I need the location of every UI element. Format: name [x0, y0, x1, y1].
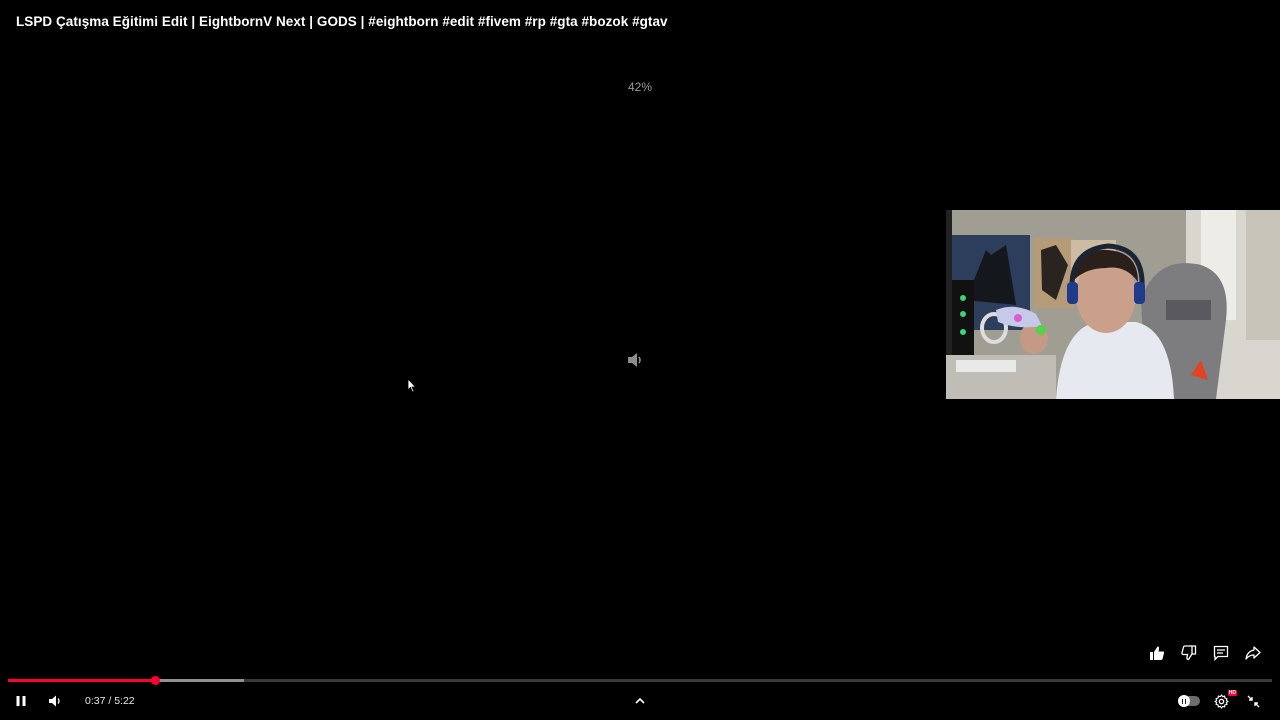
time-separator: /: [105, 695, 115, 707]
webcam-overlay-image: [946, 210, 1280, 399]
chevron-up-icon: [635, 697, 645, 704]
exit-fullscreen-icon: [1247, 695, 1259, 707]
action-rail: [1146, 642, 1264, 664]
pause-icon: [16, 696, 26, 706]
share-button[interactable]: [1242, 642, 1264, 664]
expand-chevron-button[interactable]: [629, 690, 651, 712]
gear-icon: [1213, 693, 1229, 709]
progress-scrubber-handle[interactable]: [150, 676, 160, 685]
video-title: LSPD Çatışma Eğitimi Edit | EightbornV N…: [16, 14, 668, 29]
dislike-button[interactable]: [1178, 642, 1200, 664]
progress-bar[interactable]: [8, 676, 1272, 685]
current-time: 0:37: [85, 695, 106, 707]
mouse-cursor-icon: [407, 377, 417, 394]
comments-button[interactable]: [1210, 642, 1232, 664]
bottom-controls: 0:37 / 5:22 HD: [0, 688, 1280, 714]
comments-icon: [1213, 645, 1229, 661]
volume-overlay-icon: [626, 350, 646, 370]
pause-icon: [1178, 695, 1190, 707]
like-icon: [1150, 646, 1165, 660]
duration: 5:22: [114, 695, 135, 707]
like-button[interactable]: [1146, 642, 1168, 664]
time-display: 0:37 / 5:22: [85, 695, 135, 707]
autoplay-toggle[interactable]: [1178, 695, 1200, 707]
video-player[interactable]: LSPD Çatışma Eğitimi Edit | EightbornV N…: [0, 0, 1280, 720]
progress-played: [8, 679, 156, 682]
volume-icon: [49, 695, 60, 707]
mute-button[interactable]: [44, 690, 66, 712]
share-icon: [1245, 646, 1261, 660]
exit-fullscreen-button[interactable]: [1242, 690, 1264, 712]
pause-button[interactable]: [10, 690, 32, 712]
settings-button[interactable]: HD: [1210, 690, 1237, 712]
quality-badge: HD: [1227, 690, 1237, 696]
volume-percent-indicator: 42%: [627, 80, 653, 94]
dislike-icon: [1181, 645, 1197, 661]
